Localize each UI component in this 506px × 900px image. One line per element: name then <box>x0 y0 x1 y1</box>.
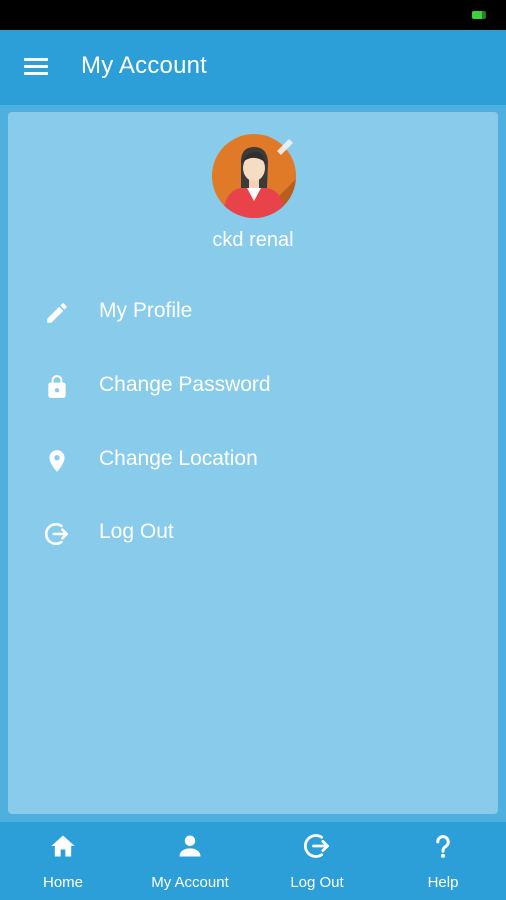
nav-log-out[interactable]: Log Out <box>254 822 380 900</box>
menu-item-change-password[interactable]: Change Password <box>40 362 470 410</box>
hamburger-menu-icon[interactable] <box>24 56 48 76</box>
battery-icon <box>472 11 486 19</box>
logout-icon <box>304 834 329 858</box>
menu-item-label: Change Password <box>99 373 271 396</box>
lock-icon <box>48 375 66 398</box>
menu-item-label: Change Location <box>99 447 258 470</box>
username: ckd renal <box>212 229 294 251</box>
logout-icon <box>44 522 69 546</box>
nav-label: Log Out <box>290 874 344 891</box>
menu-item-log-out[interactable]: Log Out <box>40 509 470 557</box>
app-bar: My Account <box>0 30 506 105</box>
home-icon <box>51 835 75 857</box>
location-pin-icon <box>49 450 65 472</box>
battery-level <box>472 11 482 19</box>
status-bar <box>0 0 506 30</box>
menu-item-label: Log Out <box>99 520 174 543</box>
pencil-icon <box>47 303 67 323</box>
person-icon <box>179 835 201 857</box>
menu-item-my-profile[interactable]: My Profile <box>40 288 470 336</box>
nav-home[interactable]: Home <box>0 822 126 900</box>
bottom-navigation: Home My Account Log Out Help <box>0 822 506 900</box>
help-icon <box>436 835 450 858</box>
menu-item-change-location[interactable]: Change Location <box>40 436 470 484</box>
menu-item-label: My Profile <box>99 299 193 322</box>
page-title: My Account <box>81 52 208 79</box>
nav-label: Help <box>427 874 459 891</box>
nav-label: My Account <box>151 874 229 891</box>
nav-my-account[interactable]: My Account <box>127 822 253 900</box>
nav-label: Home <box>42 874 83 891</box>
user-avatar-icon[interactable] <box>211 133 297 219</box>
nav-help[interactable]: Help <box>380 822 506 900</box>
